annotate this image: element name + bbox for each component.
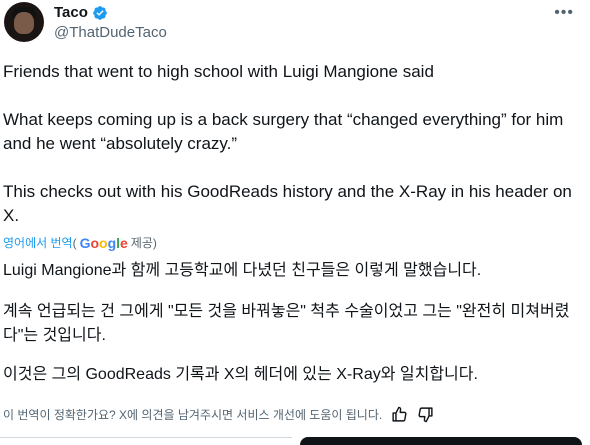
bottom-action-bar-cropped [0, 437, 590, 445]
avatar-face [14, 12, 34, 34]
more-horizontal-icon[interactable]: ••• [554, 4, 574, 22]
google-logo-g6: e [120, 234, 128, 251]
bottom-dark-button-cropped[interactable] [300, 437, 582, 445]
translated-paragraph-3: 이것은 그의 GoodReads 기록과 X의 헤더에 있는 X-Ray와 일치… [3, 366, 478, 383]
tweet-text-paragraph-1: Friends that went to high school with Lu… [3, 62, 434, 81]
tweet-text-paragraph-3: This checks out with his GoodReads histo… [3, 182, 572, 225]
google-logo: Google [80, 235, 128, 251]
translation-attribution: 영어에서 번역 ( Google 제공) [3, 234, 157, 251]
tweet-text-paragraph-2: What keeps coming up is a back surgery t… [3, 110, 564, 153]
google-logo-g1: G [79, 234, 91, 251]
translated-from-link[interactable]: 영어에서 번역 [3, 234, 73, 251]
thumbs-up-icon[interactable] [390, 405, 408, 423]
translation-open-paren: ( [72, 235, 77, 250]
translation-provider-suffix: 제공) [130, 236, 157, 250]
google-logo-g4: g [107, 234, 117, 251]
translation-feedback-row: 이 번역이 정확한가요? X에 의견을 남겨주시면 서비스 개선에 도움이 됩니… [3, 405, 434, 423]
google-logo-g2: o [90, 234, 100, 251]
translated-paragraph-1: Luigi Mangione과 함께 고등학교에 다녔던 친구들은 이렇게 말했… [3, 262, 482, 279]
author-name-row: Taco [54, 4, 108, 21]
verified-badge-icon [92, 5, 108, 21]
tweet-container: Taco @ThatDudeTaco ••• Friends that went… [0, 0, 590, 445]
google-logo-g3: o [99, 234, 108, 251]
bottom-divider [0, 437, 292, 442]
avatar[interactable] [4, 2, 44, 42]
author-handle[interactable]: @ThatDudeTaco [54, 24, 167, 41]
author-display-name[interactable]: Taco [54, 4, 88, 21]
translation-feedback-prompt: 이 번역이 정확한가요? X에 의견을 남겨주시면 서비스 개선에 도움이 됩니… [3, 407, 383, 422]
thumbs-down-icon[interactable] [416, 405, 434, 423]
translated-paragraph-2: 계속 언급되는 건 그에게 "모든 것을 바꿔놓은" 척추 수술이었고 그는 "… [3, 303, 570, 344]
